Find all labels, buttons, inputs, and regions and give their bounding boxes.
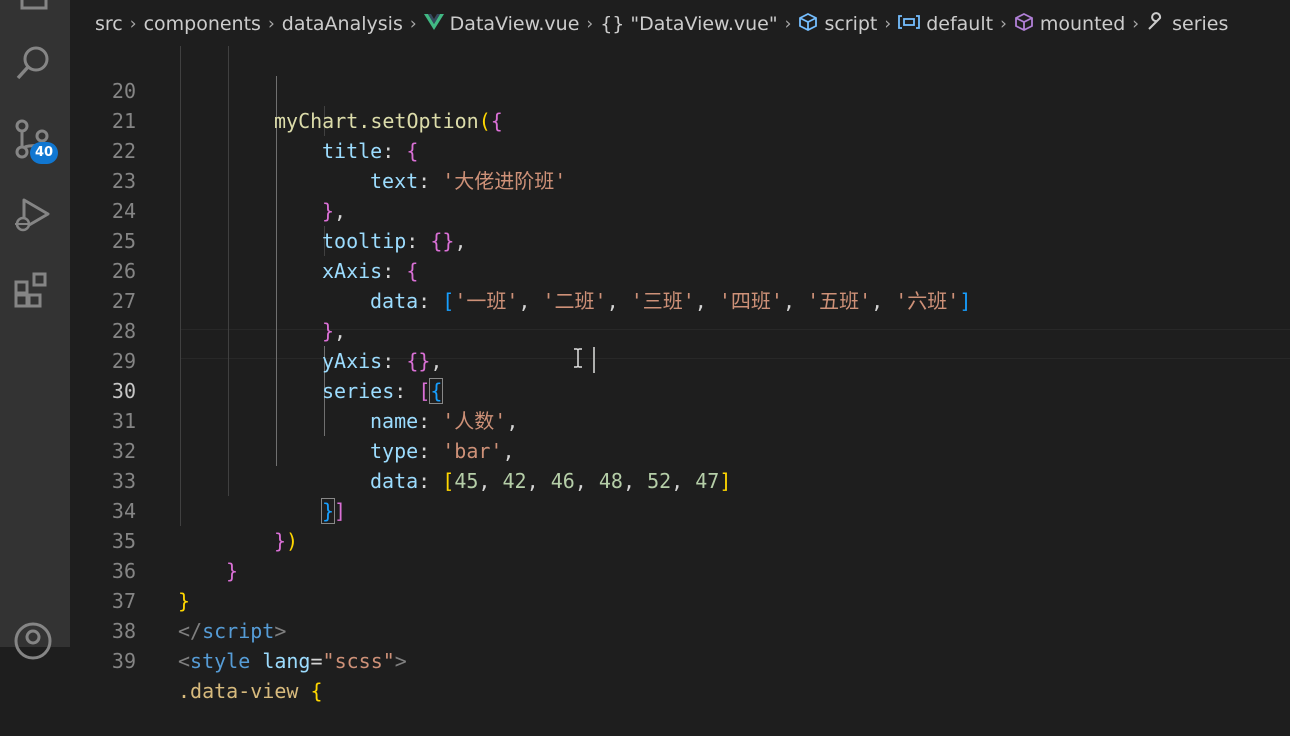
braces-icon: {} [600, 13, 625, 35]
breadcrumb-label: src [95, 13, 123, 35]
chevron-right-icon: › [129, 14, 137, 34]
accounts-icon[interactable] [12, 620, 54, 662]
code-line: 28 yAxis: {}, [70, 286, 1290, 373]
activity-bar: 40 [0, 0, 70, 660]
breadcrumb-file[interactable]: DataView.vue [423, 13, 580, 35]
chevron-right-icon: › [1000, 14, 1007, 34]
chevron-right-icon: › [1132, 14, 1140, 34]
breadcrumb-label: script [824, 13, 878, 35]
code-editor[interactable]: 20 myChart.setOption({ 21 title: { 22 te… [70, 46, 1290, 703]
code-line: 25 xAxis: { [70, 196, 1290, 283]
vue-icon [423, 13, 444, 35]
code-line: 20 myChart.setOption({ [70, 46, 1290, 133]
breadcrumb-default[interactable]: default [898, 13, 993, 35]
chevron-right-icon: › [884, 14, 892, 34]
code-line: 39 .data-view { [70, 616, 1290, 703]
code-line: 33 }] [70, 436, 1290, 524]
breadcrumb-label: "DataView.vue" [630, 13, 778, 35]
token: style [190, 649, 251, 673]
breadcrumb-label: DataView.vue [449, 13, 580, 35]
code-line: 35 } [70, 496, 1290, 583]
breadcrumb-label: mounted [1039, 13, 1126, 35]
breadcrumb-label: series [1172, 13, 1229, 35]
text-cursor [593, 347, 595, 373]
code-line: 23 }, [70, 136, 1290, 223]
code-line: 26 data: ['一班', '二班', '三班', '四班', '五班', … [70, 226, 1290, 313]
line-number: 39 [111, 649, 136, 673]
code-line: 21 title: { [70, 76, 1290, 163]
chevron-right-icon: › [267, 14, 275, 34]
breadcrumb-script[interactable]: script [798, 12, 877, 37]
breadcrumb-data-analysis[interactable]: dataAnalysis [282, 13, 403, 35]
breadcrumb-series[interactable]: series [1146, 11, 1229, 37]
search-icon[interactable] [12, 42, 54, 84]
code-line: 31 type: 'bar', [70, 376, 1290, 463]
code-line: 38 <style lang="scss"> [70, 586, 1290, 673]
extensions-icon[interactable] [12, 270, 54, 312]
chevron-right-icon: › [784, 14, 792, 34]
breadcrumb: src › components › dataAnalysis › DataVi… [70, 0, 1290, 48]
code-line: 22 text: '大佬进阶班' [70, 106, 1290, 193]
breadcrumb-mounted[interactable]: mounted [1014, 12, 1125, 37]
breadcrumb-label: default [926, 13, 994, 35]
code-line: 29 series: [{ [70, 316, 1290, 404]
source-control-badge: 40 [30, 142, 58, 164]
code-line: 32 data: [45, 42, 46, 48, 52, 47] [70, 406, 1290, 493]
code-line: 30 name: '人数', [70, 346, 1290, 433]
token: lang [262, 649, 311, 673]
code-line: 37 </script> [70, 556, 1290, 643]
breadcrumb-label: components [143, 13, 261, 35]
chevron-right-icon: › [586, 14, 594, 34]
run-debug-icon[interactable] [12, 194, 54, 236]
code-text: <style lang="scss"> [178, 649, 407, 673]
breadcrumb-src[interactable]: src [95, 13, 123, 35]
token: "scss" [322, 649, 395, 673]
code-text: .data-view { [178, 679, 323, 703]
breadcrumb-label: dataAnalysis [281, 13, 403, 35]
breadcrumb-module[interactable]: {} "DataView.vue" [600, 13, 777, 35]
wrench-icon [1146, 11, 1166, 37]
chevron-right-icon: › [409, 14, 417, 34]
code-line: 36 } [70, 526, 1290, 613]
ibeam-cursor-icon [573, 348, 583, 368]
code-line: 24 tooltip: {}, [70, 166, 1290, 253]
cube-icon [798, 12, 818, 37]
method-icon [1014, 12, 1034, 37]
token: .data-view [178, 679, 299, 703]
variable-icon [898, 13, 921, 35]
code-line: 27 }, [70, 256, 1290, 343]
breadcrumb-components[interactable]: components [144, 13, 261, 35]
explorer-icon[interactable] [12, 0, 54, 20]
code-line: 34 }) [70, 466, 1290, 553]
